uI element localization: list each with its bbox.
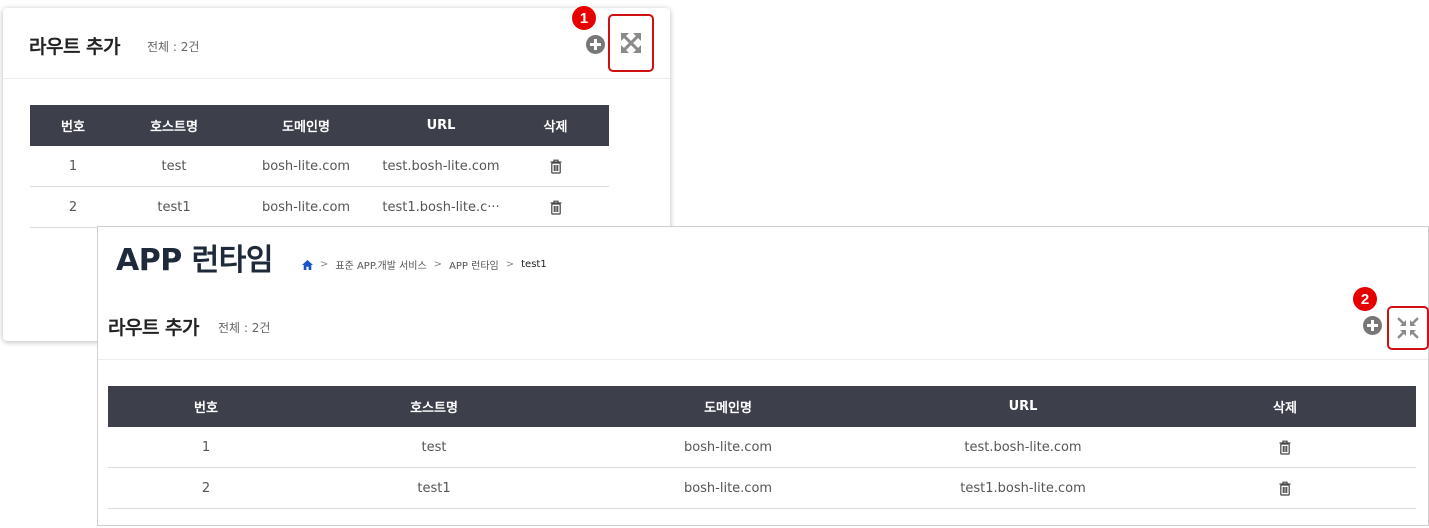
column-header: 번호	[30, 105, 116, 146]
row-delete-cell	[1154, 467, 1416, 509]
trash-icon[interactable]	[1279, 481, 1291, 496]
header-divider	[98, 359, 1428, 360]
trash-icon[interactable]	[550, 159, 562, 174]
row-number: 2	[30, 186, 116, 228]
row-domain: bosh-lite.com	[564, 427, 892, 468]
step-badge-1: 1	[572, 6, 596, 30]
panel-title: 라우트 추가	[29, 36, 121, 58]
row-number: 1	[108, 427, 304, 468]
trash-icon[interactable]	[550, 200, 562, 215]
add-route-icon[interactable]	[586, 35, 605, 54]
row-number: 1	[30, 146, 116, 187]
expand-icon	[621, 33, 641, 53]
row-host: test1	[304, 467, 564, 509]
column-header: 번호	[108, 386, 304, 427]
row-url: test.bosh-lite.com	[892, 427, 1154, 468]
row-url: test1.bosh-lite.com	[892, 467, 1154, 509]
home-icon[interactable]	[302, 259, 313, 270]
route-panel-expanded: APP 런타임 > 표준 APP.개발 서비스 > APP 런타임 > test…	[97, 226, 1429, 526]
step-badge-2: 2	[1353, 287, 1377, 311]
column-header: URL	[892, 386, 1154, 427]
table-row: 1 test bosh-lite.com test.bosh-lite.com	[30, 146, 609, 187]
table-header-row: 번호 호스트명 도메인명 URL 삭제	[108, 386, 1416, 427]
column-header: 호스트명	[304, 386, 564, 427]
row-host: test	[116, 146, 232, 187]
breadcrumb-item[interactable]: 표준 APP.개발 서비스	[335, 257, 426, 272]
collapse-icon	[1397, 317, 1419, 339]
row-url: test.bosh-lite.com	[380, 146, 502, 187]
column-header: 삭제	[502, 105, 609, 146]
column-header: 도메인명	[232, 105, 380, 146]
row-url: test1.bosh-lite.c···	[380, 186, 502, 228]
column-header: 도메인명	[564, 386, 892, 427]
chevron-right-icon: >	[320, 259, 329, 270]
column-header: 호스트명	[116, 105, 232, 146]
table-header-row: 번호 호스트명 도메인명 URL 삭제	[30, 105, 609, 146]
row-host: test1	[116, 186, 232, 228]
row-domain: bosh-lite.com	[232, 146, 380, 187]
row-delete-cell	[1154, 427, 1416, 468]
route-table: 번호 호스트명 도메인명 URL 삭제 1 test bosh-lite.com…	[108, 386, 1416, 509]
breadcrumb-current: test1	[521, 259, 547, 270]
row-host: test	[304, 427, 564, 468]
column-header: URL	[380, 105, 502, 146]
row-number: 2	[108, 467, 304, 509]
column-header: 삭제	[1154, 386, 1416, 427]
trash-icon[interactable]	[1279, 440, 1291, 455]
collapse-button[interactable]	[1387, 306, 1429, 350]
breadcrumb: > 표준 APP.개발 서비스 > APP 런타임 > test1	[302, 257, 547, 272]
table-row: 2 test1 bosh-lite.com test1.bosh-lite.co…	[108, 467, 1416, 509]
breadcrumb-item[interactable]: APP 런타임	[449, 257, 499, 272]
table-row: 1 test bosh-lite.com test.bosh-lite.com	[108, 427, 1416, 468]
expand-button[interactable]	[608, 14, 654, 72]
table-row: 2 test1 bosh-lite.com test1.bosh-lite.c·…	[30, 186, 609, 228]
row-delete-cell	[502, 186, 609, 228]
panel-title: 라우트 추가	[108, 317, 200, 339]
row-domain: bosh-lite.com	[232, 186, 380, 228]
chevron-right-icon: >	[505, 259, 515, 270]
total-count: 전체 : 2건	[147, 40, 200, 54]
total-count: 전체 : 2건	[218, 321, 271, 335]
panel-header: 라우트 추가 전체 : 2건	[3, 8, 670, 79]
page-title: APP 런타임	[116, 243, 273, 278]
row-domain: bosh-lite.com	[564, 467, 892, 509]
chevron-right-icon: >	[433, 259, 443, 270]
route-table: 번호 호스트명 도메인명 URL 삭제 1 test bosh-lite.com…	[30, 105, 609, 228]
row-delete-cell	[502, 146, 609, 187]
add-route-icon[interactable]	[1363, 316, 1382, 335]
